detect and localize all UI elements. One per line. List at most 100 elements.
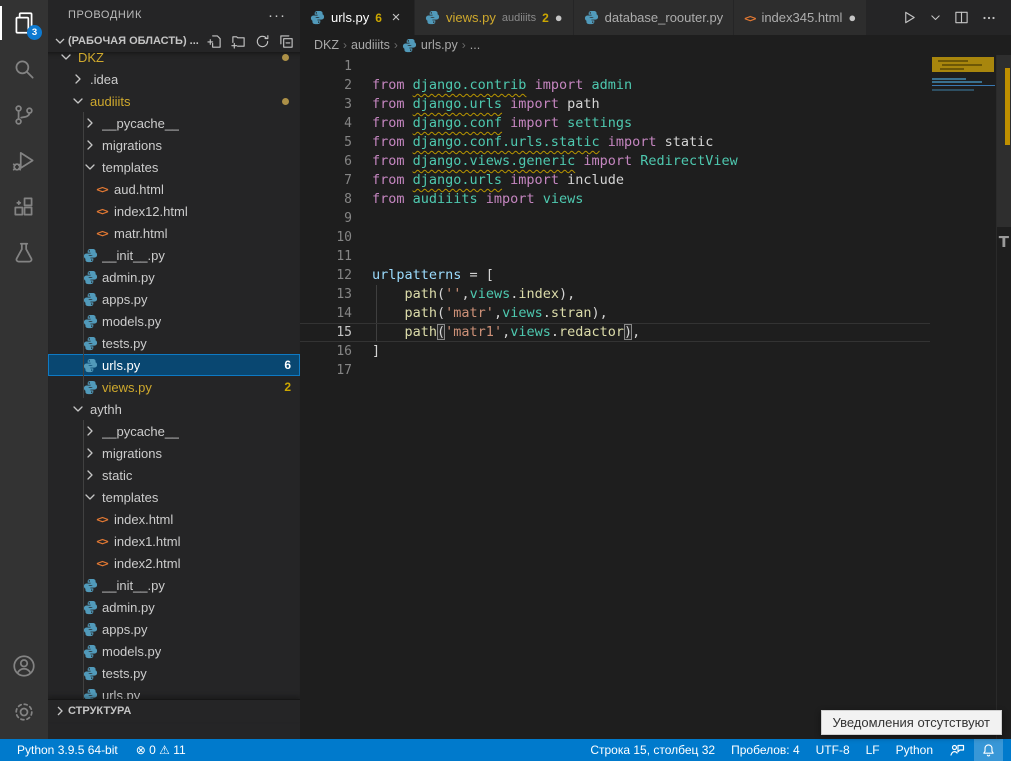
modified-dot-icon[interactable]: ● — [848, 10, 856, 25]
activity-extensions[interactable] — [0, 184, 48, 230]
status-language-mode[interactable]: Python — [889, 739, 940, 761]
line-number[interactable]: 15 — [300, 323, 352, 342]
tree-item--idea[interactable]: .idea — [48, 68, 300, 90]
tree-item--pycache-[interactable]: __pycache__ — [48, 420, 300, 442]
status-indentation[interactable]: Пробелов: 4 — [724, 739, 807, 761]
tree-item--init-py[interactable]: __init__.py — [48, 244, 300, 266]
tree-item-matr-html[interactable]: <>matr.html — [48, 222, 300, 244]
tab-urls-py[interactable]: urls.py6× — [300, 0, 415, 35]
outline-section-header[interactable]: СТРУКТУРА — [48, 699, 300, 722]
tree-item-models-py[interactable]: models.py — [48, 640, 300, 662]
code-line-9[interactable]: 9 — [300, 209, 930, 228]
tree-item-admin-py[interactable]: admin.py — [48, 266, 300, 288]
activity-explorer[interactable]: 3 — [0, 0, 48, 46]
chevron-right-icon[interactable] — [82, 467, 98, 483]
line-number[interactable]: 8 — [300, 190, 352, 209]
tree-item-index-html[interactable]: <>index.html — [48, 508, 300, 530]
status-cursor-position[interactable]: Строка 15, столбец 32 — [583, 739, 722, 761]
tree-item-migrations[interactable]: migrations — [48, 442, 300, 464]
workspace-section-header[interactable]: (РАБОЧАЯ ОБЛАСТЬ) ... — [48, 30, 300, 52]
chevron-down-icon[interactable] — [70, 93, 86, 109]
code-line-11[interactable]: 11 — [300, 247, 930, 266]
minimap[interactable] — [930, 55, 997, 739]
activity-source-control[interactable] — [0, 92, 48, 138]
tree-item-audiiits[interactable]: audiiits — [48, 90, 300, 112]
run-button[interactable] — [902, 10, 917, 25]
tree-item-urls-py[interactable]: urls.py — [48, 684, 300, 700]
activity-settings[interactable] — [0, 689, 48, 735]
activity-search[interactable] — [0, 46, 48, 92]
line-number[interactable]: 12 — [300, 266, 352, 285]
status-notifications[interactable] — [974, 739, 1003, 761]
tree-item-apps-py[interactable]: apps.py — [48, 288, 300, 310]
code-line-6[interactable]: 6from django.views.generic import Redire… — [300, 152, 930, 171]
chevron-right-icon[interactable] — [82, 137, 98, 153]
chevron-right-icon[interactable] — [70, 71, 86, 87]
refresh-icon[interactable] — [255, 34, 270, 49]
tree-item-index1-html[interactable]: <>index1.html — [48, 530, 300, 552]
code-line-3[interactable]: 3from django.urls import path — [300, 95, 930, 114]
tree-item-templates[interactable]: templates — [48, 486, 300, 508]
tab-views-py[interactable]: views.pyaudiiits2● — [415, 0, 574, 35]
line-number[interactable]: 9 — [300, 209, 352, 228]
new-file-icon[interactable] — [207, 34, 222, 49]
line-number[interactable]: 16 — [300, 342, 352, 361]
code-editor[interactable]: 12from django.contrib import admin3from … — [300, 55, 930, 739]
line-number[interactable]: 10 — [300, 228, 352, 247]
tab-database-roouter-py[interactable]: database_roouter.py — [574, 0, 735, 35]
tree-item-views-py[interactable]: views.py2 — [48, 376, 300, 398]
activity-run-debug[interactable] — [0, 138, 48, 184]
status-feedback[interactable] — [942, 739, 972, 761]
activity-accounts[interactable] — [0, 643, 48, 689]
tree-item-index2-html[interactable]: <>index2.html — [48, 552, 300, 574]
line-number[interactable]: 7 — [300, 171, 352, 190]
tree-item-models-py[interactable]: models.py — [48, 310, 300, 332]
modified-dot-icon[interactable]: ● — [555, 10, 563, 25]
code-line-2[interactable]: 2from django.contrib import admin — [300, 76, 930, 95]
line-number[interactable]: 6 — [300, 152, 352, 171]
chevron-right-icon[interactable] — [82, 115, 98, 131]
line-number[interactable]: 3 — [300, 95, 352, 114]
code-line-10[interactable]: 10 — [300, 228, 930, 247]
status-problems[interactable]: ⊗ 0 ⚠ 11 — [129, 739, 193, 761]
tree-item-tests-py[interactable]: tests.py — [48, 332, 300, 354]
line-number[interactable]: 1 — [300, 57, 352, 76]
tree-item-static[interactable]: static — [48, 464, 300, 486]
code-line-17[interactable]: 17 — [300, 361, 930, 380]
status-python-version[interactable]: Python 3.9.5 64-bit — [10, 739, 125, 761]
activity-testing[interactable] — [0, 230, 48, 276]
code-line-13[interactable]: 13 path('',views.index), — [300, 285, 930, 304]
code-line-1[interactable]: 1 — [300, 57, 930, 76]
breadcrumb-item[interactable]: audiiits — [351, 38, 390, 52]
code-line-5[interactable]: 5from django.conf.urls.static import sta… — [300, 133, 930, 152]
code-line-14[interactable]: 14 path('matr',views.stran), — [300, 304, 930, 323]
tab-index345-html[interactable]: <>index345.html● — [734, 0, 867, 35]
tree-item-aythh[interactable]: aythh — [48, 398, 300, 420]
more-actions-icon[interactable]: ··· — [268, 7, 286, 24]
breadcrumb-item[interactable]: urls.py — [402, 38, 458, 53]
tree-item-admin-py[interactable]: admin.py — [48, 596, 300, 618]
code-line-15[interactable]: 15 path('matr1',views.redactor), — [300, 323, 930, 342]
chevron-down-icon[interactable] — [82, 489, 98, 505]
close-icon[interactable]: × — [388, 9, 404, 26]
tree-item-index12-html[interactable]: <>index12.html — [48, 200, 300, 222]
chevron-down-icon[interactable] — [70, 401, 86, 417]
more-actions-button[interactable] — [981, 10, 997, 26]
tree-item-tests-py[interactable]: tests.py — [48, 662, 300, 684]
chevron-right-icon[interactable] — [82, 423, 98, 439]
breadcrumb-item[interactable]: DKZ — [314, 38, 339, 52]
run-dropdown-button[interactable] — [929, 11, 942, 24]
editor-scrollbar[interactable]: T — [996, 55, 1011, 739]
line-number[interactable]: 13 — [300, 285, 352, 304]
tree-item--init-py[interactable]: __init__.py — [48, 574, 300, 596]
code-line-4[interactable]: 4from django.conf import settings — [300, 114, 930, 133]
line-number[interactable]: 14 — [300, 304, 352, 323]
breadcrumb-item[interactable]: ... — [470, 38, 480, 52]
code-line-12[interactable]: 12urlpatterns = [ — [300, 266, 930, 285]
tree-item-migrations[interactable]: migrations — [48, 134, 300, 156]
tree-item-dkz[interactable]: DKZ — [48, 52, 300, 68]
code-line-8[interactable]: 8from audiiits import views — [300, 190, 930, 209]
tree-item-apps-py[interactable]: apps.py — [48, 618, 300, 640]
tree-item-aud-html[interactable]: <>aud.html — [48, 178, 300, 200]
collapse-all-icon[interactable] — [279, 34, 294, 49]
